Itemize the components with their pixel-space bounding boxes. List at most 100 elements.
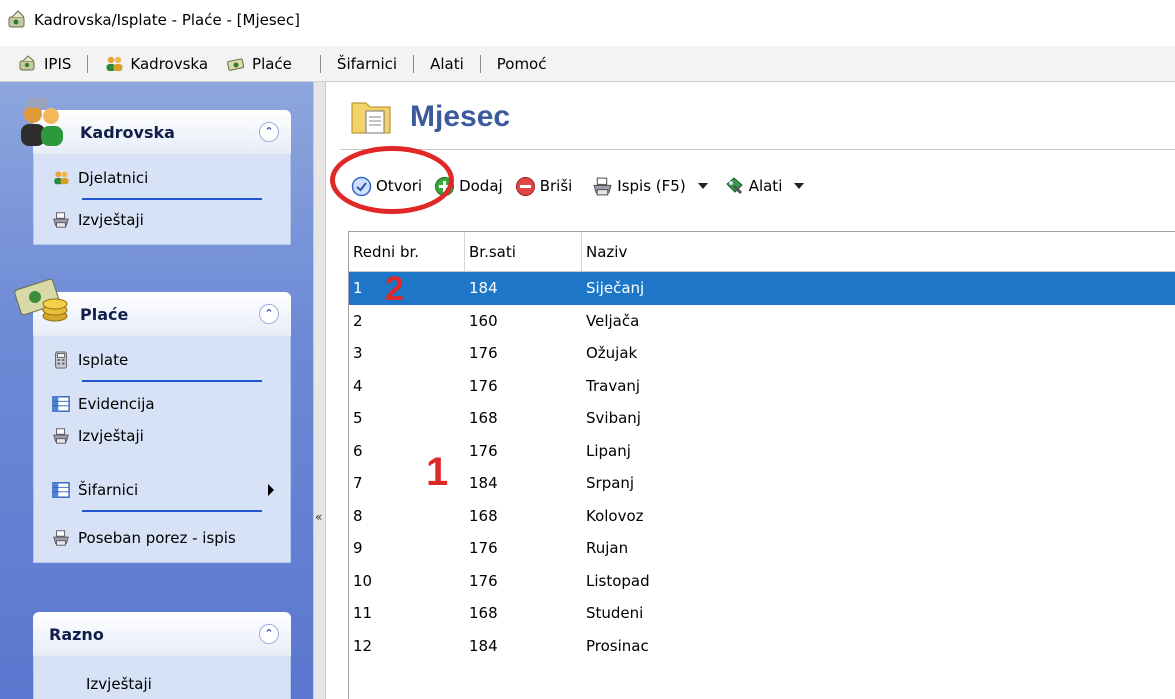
table-row[interactable]: 9 176 Rujan [349, 532, 1175, 565]
toolbar: Otvori Dodaj Briši Ispis (F5) Alati [340, 164, 1175, 208]
table-row[interactable]: 2 160 Veljača [349, 305, 1175, 338]
column-header-redni-br[interactable]: Redni br. [349, 232, 465, 271]
cell-br-sati: 184 [469, 474, 498, 493]
sidebar-splitter[interactable]: « [313, 82, 326, 699]
cell-br-sati: 168 [469, 506, 498, 525]
cell-redni-br: 3 [353, 344, 363, 363]
money-coins-icon [14, 278, 68, 322]
check-circle-icon [351, 176, 372, 196]
divider [82, 380, 262, 382]
menu-separator [87, 54, 89, 73]
menu-alati-label: Alati [430, 54, 464, 73]
menu-bar: IPIS Kadrovska Plaće Šifarnici Alati Pom… [0, 46, 1175, 82]
cell-redni-br: 7 [353, 474, 363, 493]
menu-alati[interactable]: Alati [426, 46, 468, 81]
table-row[interactable]: 1 184 Siječanj [349, 272, 1175, 305]
page-header: Mjesec [350, 94, 510, 140]
sidebar-group-razno: Razno ⌃ Izvještaji [33, 612, 291, 699]
table-icon [52, 482, 70, 498]
tools-dropdown-icon[interactable] [794, 183, 805, 189]
cell-naziv: Kolovoz [586, 506, 644, 525]
sidebar-item-izvjestaji[interactable]: Izvještaji [34, 420, 290, 452]
print-dropdown-icon[interactable] [697, 183, 708, 189]
sidebar-group-kadrovska: Kadrovska ⌃ Djelatnici Izvještaji [21, 98, 291, 245]
sidebar-item-evidencija[interactable]: Evidencija [34, 388, 290, 420]
cell-redni-br: 5 [353, 409, 363, 428]
sidebar-item-label: Šifarnici [78, 481, 139, 499]
menu-ipis[interactable]: IPIS [14, 46, 75, 81]
table-row[interactable]: 10 176 Listopad [349, 565, 1175, 598]
table-icon [52, 396, 70, 412]
table-row[interactable]: 7 184 Srpanj [349, 467, 1175, 500]
print-button[interactable]: Ispis (F5) [592, 171, 686, 201]
users-icon [54, 171, 69, 185]
cell-redni-br: 11 [353, 604, 373, 623]
group-body-razno: Izvještaji [33, 656, 291, 699]
sidebar-item-sifarnici[interactable]: Šifarnici [34, 474, 290, 506]
menu-place-label: Plaće [252, 54, 292, 73]
sidebar-item-izvjestaji[interactable]: Izvještaji [34, 204, 290, 236]
cell-br-sati: 184 [469, 636, 498, 655]
table-row[interactable]: 12 184 Prosinac [349, 630, 1175, 663]
cell-redni-br: 4 [353, 376, 363, 395]
cell-naziv: Travanj [586, 376, 641, 395]
menu-pomoc[interactable]: Pomoć [493, 46, 551, 81]
cell-br-sati: 176 [469, 376, 498, 395]
cell-br-sati: 168 [469, 409, 498, 428]
table-row[interactable]: 3 176 Ožujak [349, 337, 1175, 370]
cell-naziv: Svibanj [586, 409, 641, 428]
sidebar-item-label: Poseban porez - ispis [78, 529, 236, 547]
table-row[interactable]: 11 168 Studeni [349, 597, 1175, 630]
users-group-icon [21, 98, 63, 146]
column-header-naziv[interactable]: Naziv [582, 232, 1175, 271]
sidebar-item-izvjestaji[interactable]: Izvještaji [34, 668, 290, 699]
cell-redni-br: 2 [353, 311, 363, 330]
sidebar-item-poseban-porez[interactable]: Poseban porez - ispis [34, 522, 290, 554]
table-row[interactable]: 8 168 Kolovoz [349, 500, 1175, 533]
table-row[interactable]: 6 176 Lipanj [349, 435, 1175, 468]
sidebar-group-place: Plaće ⌃ Isplate Evidencija Izvještaji Ši… [14, 278, 291, 563]
cell-br-sati: 176 [469, 539, 498, 558]
group-header-place[interactable]: Plaće ⌃ [14, 278, 291, 336]
table-row[interactable]: 4 176 Travanj [349, 370, 1175, 403]
printer-icon [53, 530, 69, 546]
sidebar-item-djelatnici[interactable]: Djelatnici [34, 162, 290, 194]
menu-place[interactable]: Plaće [222, 46, 296, 81]
months-grid: Redni br. Br.sati Naziv 1 184 Siječanj 2… [348, 231, 1175, 699]
cell-naziv: Srpanj [586, 474, 635, 493]
cell-naziv: Veljača [586, 311, 640, 330]
collapse-place-button[interactable]: ⌃ [259, 304, 279, 324]
add-button-label: Dodaj [459, 177, 503, 195]
page-title: Mjesec [410, 100, 511, 133]
sidebar-item-label: Izvještaji [86, 675, 152, 693]
menu-kadrovska-label: Kadrovska [130, 54, 209, 73]
cell-naziv: Rujan [586, 539, 629, 558]
delete-button[interactable]: Briši [515, 171, 572, 201]
collapse-razno-button[interactable]: ⌃ [259, 624, 279, 644]
sidebar-item-isplate[interactable]: Isplate [34, 344, 290, 376]
column-header-br-sati[interactable]: Br.sati [465, 232, 582, 271]
menu-separator [413, 54, 415, 73]
menu-kadrovska[interactable]: Kadrovska [100, 46, 212, 81]
group-header-kadrovska[interactable]: Kadrovska ⌃ [21, 98, 291, 154]
cell-naziv: Prosinac [586, 636, 649, 655]
open-button[interactable]: Otvori [351, 171, 422, 201]
cell-naziv: Listopad [586, 571, 650, 590]
print-button-label: Ispis (F5) [617, 177, 686, 195]
group-header-razno[interactable]: Razno ⌃ [33, 612, 291, 656]
table-row[interactable]: 5 168 Svibanj [349, 402, 1175, 435]
open-button-label: Otvori [376, 177, 423, 195]
sidebar-item-label: Djelatnici [78, 169, 149, 187]
printer-icon [593, 177, 612, 195]
divider [82, 510, 262, 512]
tools-button[interactable]: Alati [724, 171, 782, 201]
divider [82, 198, 262, 200]
window-title: Kadrovska/Isplate - Plaće - [Mjesec] [34, 11, 301, 29]
menu-sifarnici[interactable]: Šifarnici [333, 46, 401, 81]
cell-redni-br: 9 [353, 539, 363, 558]
submenu-arrow-icon [268, 484, 274, 496]
group-title-place: Plaće [80, 304, 129, 324]
collapse-sidebar-icon[interactable]: « [315, 510, 322, 524]
collapse-kadrovska-button[interactable]: ⌃ [259, 122, 279, 142]
add-button[interactable]: Dodaj [434, 171, 503, 201]
